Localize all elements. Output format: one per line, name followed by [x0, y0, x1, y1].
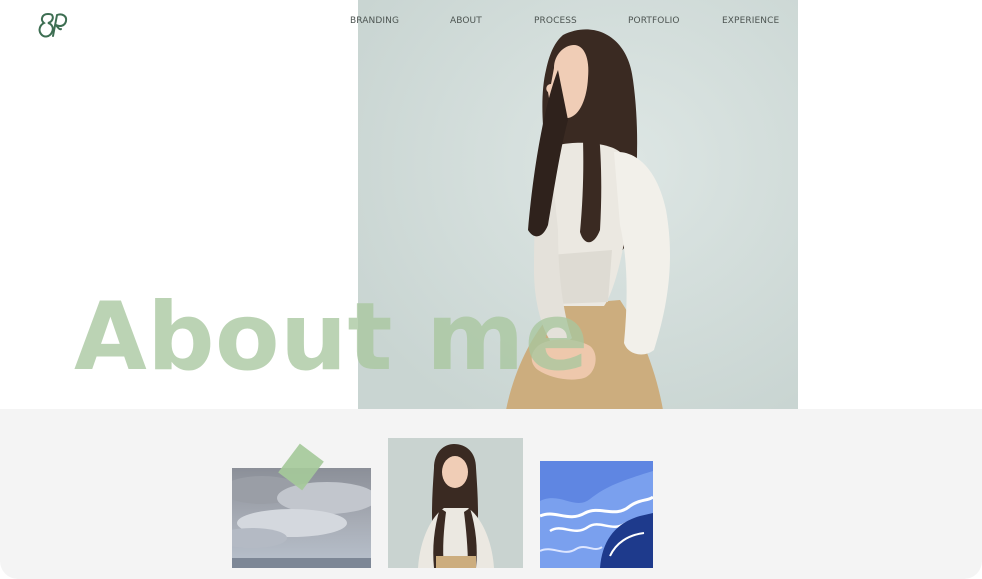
top-navigation: BRANDING ABOUT PROCESS PORTFOLIO EXPERIE… [0, 16, 982, 30]
nav-link-about[interactable]: ABOUT [450, 16, 482, 26]
gallery-photo-portrait[interactable] [388, 438, 523, 568]
nav-link-process[interactable]: PROCESS [534, 16, 577, 26]
nav-link-branding[interactable]: BRANDING [350, 16, 399, 26]
page-title: About me [74, 283, 589, 392]
nav-link-experience[interactable]: EXPERIENCE [722, 16, 779, 26]
nav-link-portfolio[interactable]: PORTFOLIO [628, 16, 680, 26]
gallery-artwork-waves[interactable] [540, 461, 653, 568]
